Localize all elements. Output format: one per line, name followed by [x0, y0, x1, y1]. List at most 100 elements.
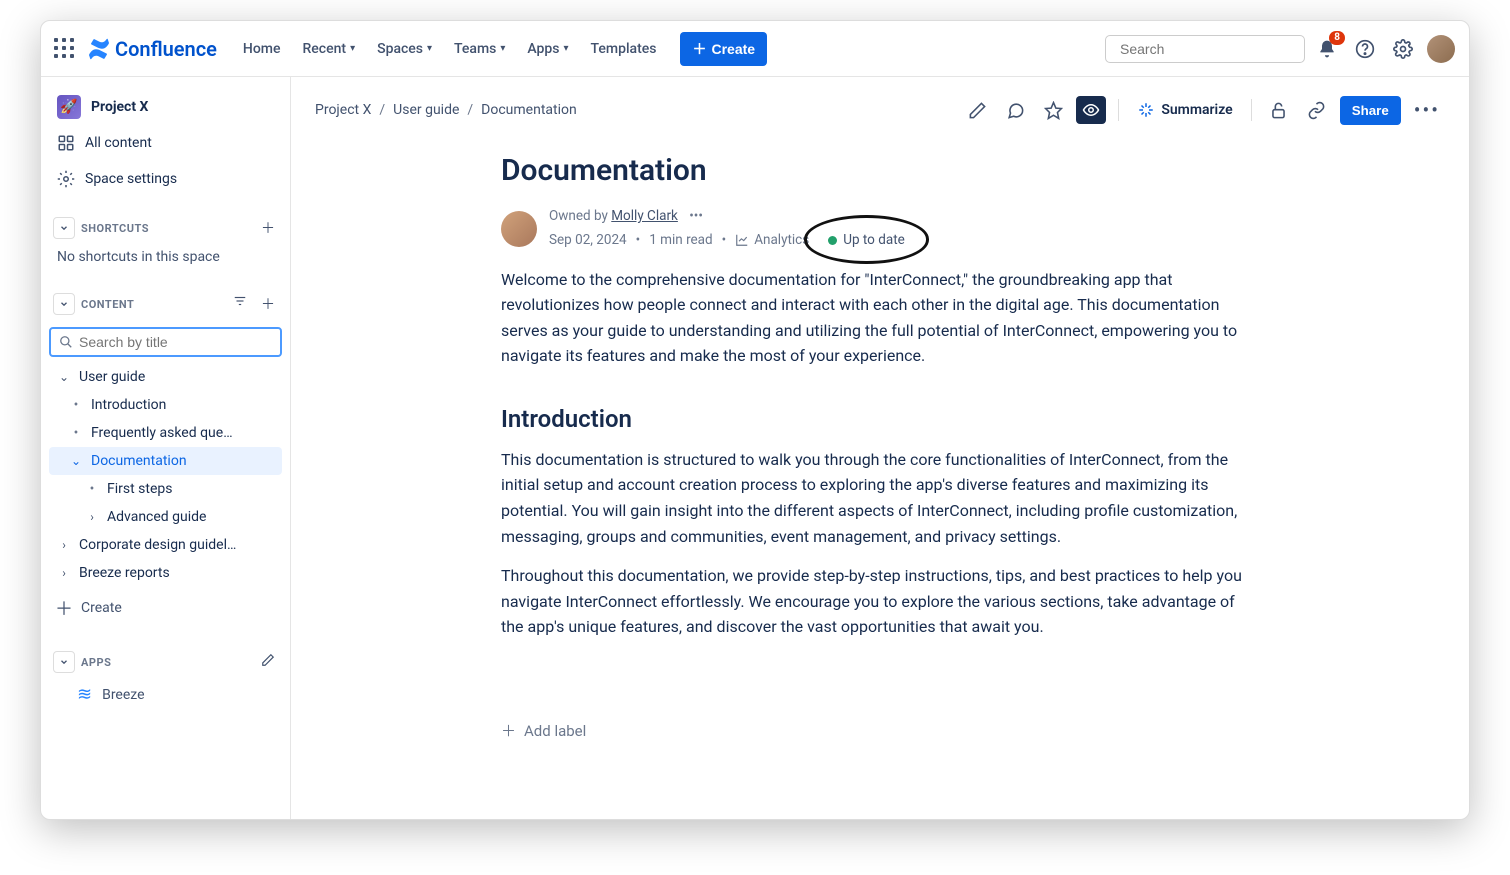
nav-teams[interactable]: Teams▾ [444, 35, 515, 63]
breadcrumb-separator: / [379, 102, 385, 118]
breadcrumb-current[interactable]: Documentation [481, 102, 577, 118]
owned-by-prefix: Owned by [549, 208, 611, 224]
shortcuts-section-header: SHORTCUTS ＋ [49, 213, 282, 243]
tree-faq[interactable]: • Frequently asked que… [49, 419, 282, 447]
confluence-logo[interactable]: Confluence [87, 37, 217, 61]
tree-search[interactable] [49, 327, 282, 357]
search-input[interactable] [1120, 41, 1301, 57]
tree-item-label: Introduction [91, 397, 166, 413]
space-header[interactable]: 🚀 Project X [49, 91, 282, 123]
tree-advanced-guide[interactable]: › Advanced guide [49, 503, 282, 531]
chevron-down-icon: ▾ [500, 43, 505, 54]
settings-button[interactable] [1387, 33, 1419, 65]
page-status-chip[interactable]: Up to date [818, 228, 915, 252]
more-actions-button[interactable]: ••• [1409, 98, 1445, 122]
add-shortcut-button[interactable]: ＋ [258, 218, 278, 238]
app-item-label: Breeze [102, 687, 144, 703]
nav-home[interactable]: Home [233, 35, 291, 63]
star-button[interactable] [1038, 95, 1068, 125]
paragraph: This documentation is structured to walk… [501, 447, 1261, 549]
add-label-button[interactable]: ＋ Add label [501, 720, 1261, 741]
add-content-button[interactable]: ＋ [258, 294, 278, 314]
collapse-toggle[interactable] [53, 217, 75, 239]
app-breeze[interactable]: ≋ Breeze [49, 677, 282, 712]
collapse-toggle[interactable] [53, 651, 75, 673]
grid-icon [57, 134, 75, 152]
tree-item-label: Documentation [91, 453, 187, 469]
breeze-icon: ≋ [77, 684, 92, 705]
dot-separator: • [722, 230, 727, 250]
nav-apps[interactable]: Apps▾ [517, 35, 578, 63]
restrictions-button[interactable] [1264, 95, 1294, 125]
section-label: APPS [81, 656, 111, 669]
collapse-toggle[interactable] [53, 293, 75, 315]
sidebar: 🚀 Project X All content Space settings S… [41, 77, 291, 819]
tree-item-label: First steps [107, 481, 172, 497]
page-date: Sep 02, 2024 [549, 230, 627, 250]
owner-avatar-icon[interactable] [501, 211, 537, 247]
gear-icon [57, 170, 75, 188]
divider [1251, 99, 1252, 121]
app-switcher-icon[interactable] [53, 37, 77, 61]
confluence-icon [87, 37, 111, 61]
owner-link[interactable]: Molly Clark [611, 208, 678, 224]
pencil-icon [261, 653, 275, 667]
tree-first-steps[interactable]: • First steps [49, 475, 282, 503]
create-button[interactable]: ＋ Create [680, 32, 767, 66]
analytics-link[interactable]: Analytics [735, 230, 809, 250]
tree-introduction[interactable]: • Introduction [49, 391, 282, 419]
status-label: Up to date [843, 230, 905, 250]
profile-button[interactable] [1425, 33, 1457, 65]
add-label-text: Add label [524, 722, 586, 740]
apps-section-header: APPS [49, 647, 282, 677]
chevron-right-icon: › [83, 510, 101, 524]
comment-button[interactable] [1000, 95, 1030, 125]
sidebar-create-button[interactable]: ＋ Create [49, 587, 282, 629]
watch-button[interactable] [1076, 96, 1106, 124]
divider [1118, 99, 1119, 121]
avatar-icon [1427, 35, 1455, 63]
dot-separator: • [636, 230, 641, 250]
copy-link-button[interactable] [1302, 95, 1332, 125]
tree-item-label: Frequently asked que… [91, 425, 233, 441]
global-search[interactable] [1105, 35, 1305, 63]
breadcrumb-link[interactable]: User guide [393, 102, 459, 118]
summarize-button[interactable]: Summarize [1131, 97, 1238, 123]
sidebar-create-label: Create [81, 600, 122, 616]
help-button[interactable] [1349, 33, 1381, 65]
breadcrumb-link[interactable]: Project X [315, 102, 371, 118]
plus-icon: ＋ [692, 39, 706, 59]
tree-item-label: Corporate design guidel… [79, 537, 236, 553]
nav-recent[interactable]: Recent▾ [292, 35, 365, 63]
bullet-icon: • [67, 397, 85, 413]
tree-documentation[interactable]: ⌄ Documentation [49, 447, 282, 475]
product-name: Confluence [115, 37, 217, 61]
main-content: Project X / User guide / Documentation [291, 77, 1469, 819]
filter-icon [233, 294, 247, 308]
summarize-label: Summarize [1161, 102, 1232, 118]
owner-more-button[interactable]: ••• [689, 208, 703, 224]
tree-user-guide[interactable]: ⌄ User guide [49, 363, 282, 391]
section-label: SHORTCUTS [81, 222, 149, 235]
tree-item-label: Advanced guide [107, 509, 206, 525]
tree-corporate-design[interactable]: › Corporate design guidel… [49, 531, 282, 559]
sidebar-space-settings[interactable]: Space settings [49, 163, 282, 195]
status-dot-icon [828, 236, 837, 245]
nav-templates[interactable]: Templates [581, 35, 667, 63]
paragraph: Throughout this documentation, we provid… [501, 563, 1261, 640]
top-nav: Confluence Home Recent▾ Spaces▾ Teams▾ A… [41, 21, 1469, 77]
filter-button[interactable] [230, 294, 250, 314]
tree-search-input[interactable] [79, 334, 272, 350]
edit-button[interactable] [962, 95, 992, 125]
sidebar-all-content[interactable]: All content [49, 127, 282, 159]
breadcrumb: Project X / User guide / Documentation [315, 102, 577, 118]
chevron-down-icon [59, 657, 69, 667]
notification-badge: 8 [1329, 31, 1345, 45]
nav-spaces[interactable]: Spaces▾ [367, 35, 442, 63]
share-button[interactable]: Share [1340, 96, 1401, 125]
edit-apps-button[interactable] [258, 653, 278, 671]
star-icon [1044, 101, 1063, 120]
space-name: Project X [91, 99, 148, 115]
tree-breeze-reports[interactable]: › Breeze reports [49, 559, 282, 587]
notifications-button[interactable]: 8 [1311, 33, 1343, 65]
